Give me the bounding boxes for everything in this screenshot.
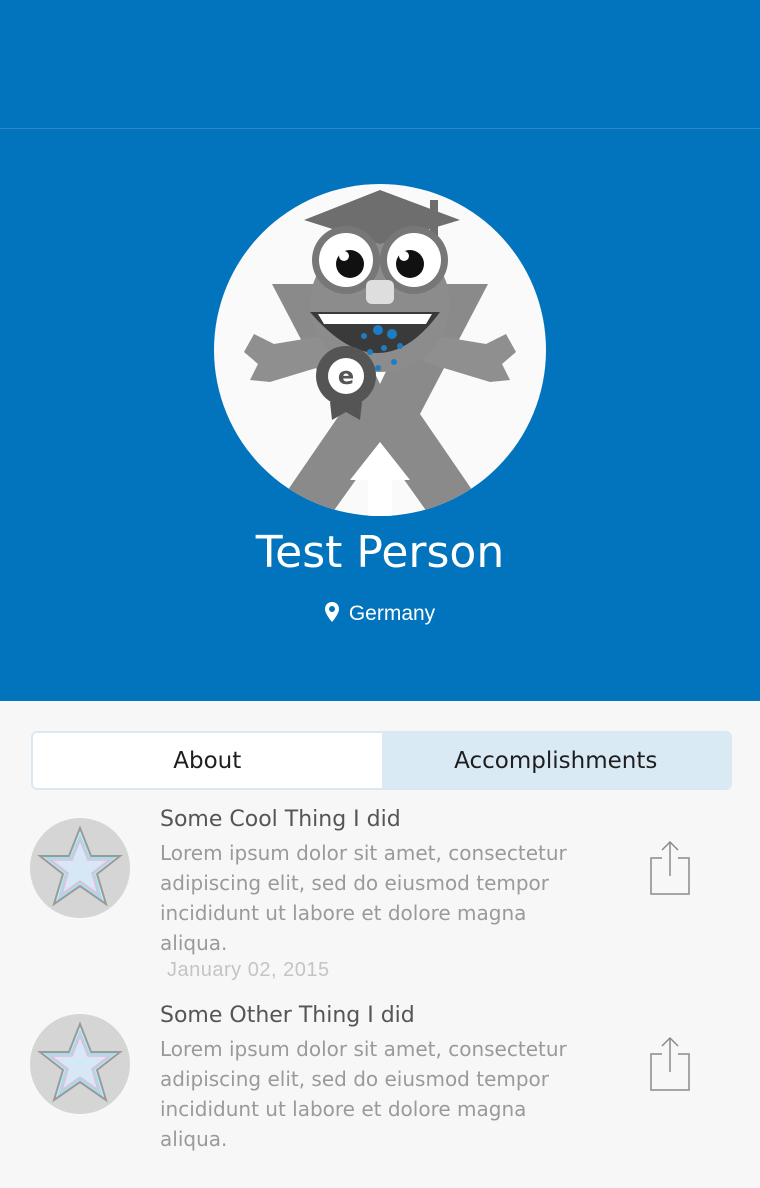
tab-about[interactable]: About <box>33 733 382 788</box>
accomplishment-description: Lorem ipsum dolor sit amet, consectetur … <box>160 1037 567 1151</box>
share-icon <box>650 1036 690 1091</box>
accomplishment-title: Some Cool Thing I did <box>160 807 401 832</box>
svg-text:e: e <box>338 362 354 390</box>
list-item[interactable]: Some Cool Thing I did Lorem ipsum dolor … <box>0 796 760 992</box>
location-label: Germany <box>348 602 436 625</box>
list-item[interactable]: Some Other Thing I did Lorem ipsum dolor… <box>0 992 760 1188</box>
accomplishment-title: Some Other Thing I did <box>160 1003 415 1028</box>
star-badge-icon <box>30 818 130 918</box>
star-badge-icon <box>30 1014 130 1114</box>
profile-location: Germany <box>0 599 760 631</box>
navigation-bar <box>0 0 760 129</box>
tab-accomplishments[interactable]: Accomplishments <box>381 733 730 788</box>
share-button[interactable] <box>646 840 694 896</box>
accomplishment-description: Lorem ipsum dolor sit amet, consectetur … <box>160 841 567 955</box>
profile-tabs: About Accomplishments <box>31 731 732 790</box>
profile-name: Test Person <box>255 527 505 578</box>
share-icon <box>650 840 690 895</box>
mascot-graduate-icon: e <box>244 190 516 516</box>
avatar[interactable]: e <box>214 184 546 516</box>
location-pin-icon <box>324 601 339 631</box>
profile-header: e Test Person Germany <box>0 129 760 701</box>
accomplishment-date: January 02, 2015 <box>167 959 330 981</box>
share-button[interactable] <box>646 1036 694 1092</box>
